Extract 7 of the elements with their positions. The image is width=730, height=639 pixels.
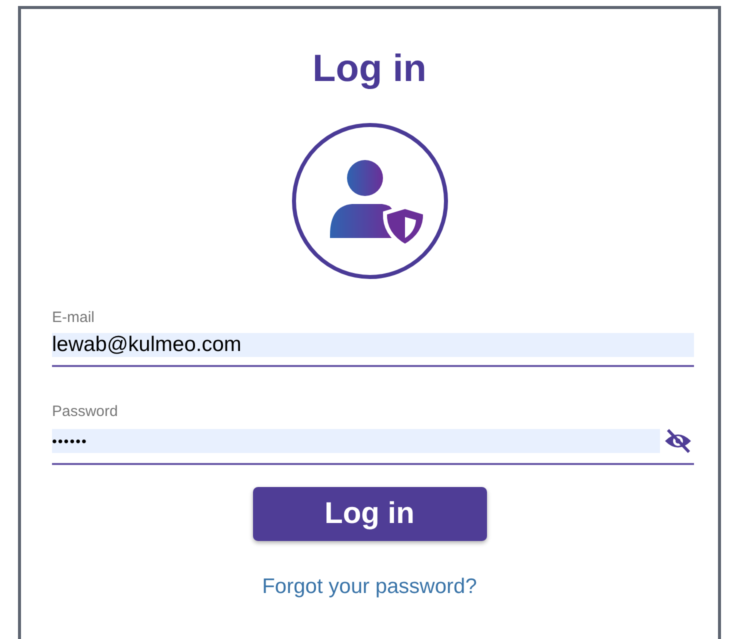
login-button[interactable]: Log in xyxy=(252,487,486,541)
field-label: Password xyxy=(52,403,118,421)
password-field[interactable]: •••••• xyxy=(52,429,660,453)
user-shield-icon xyxy=(290,121,450,281)
forgot-password-link[interactable]: Forgot your password? xyxy=(262,575,477,599)
page-title: Log in xyxy=(312,47,426,91)
field-label: E-mail xyxy=(52,309,95,327)
